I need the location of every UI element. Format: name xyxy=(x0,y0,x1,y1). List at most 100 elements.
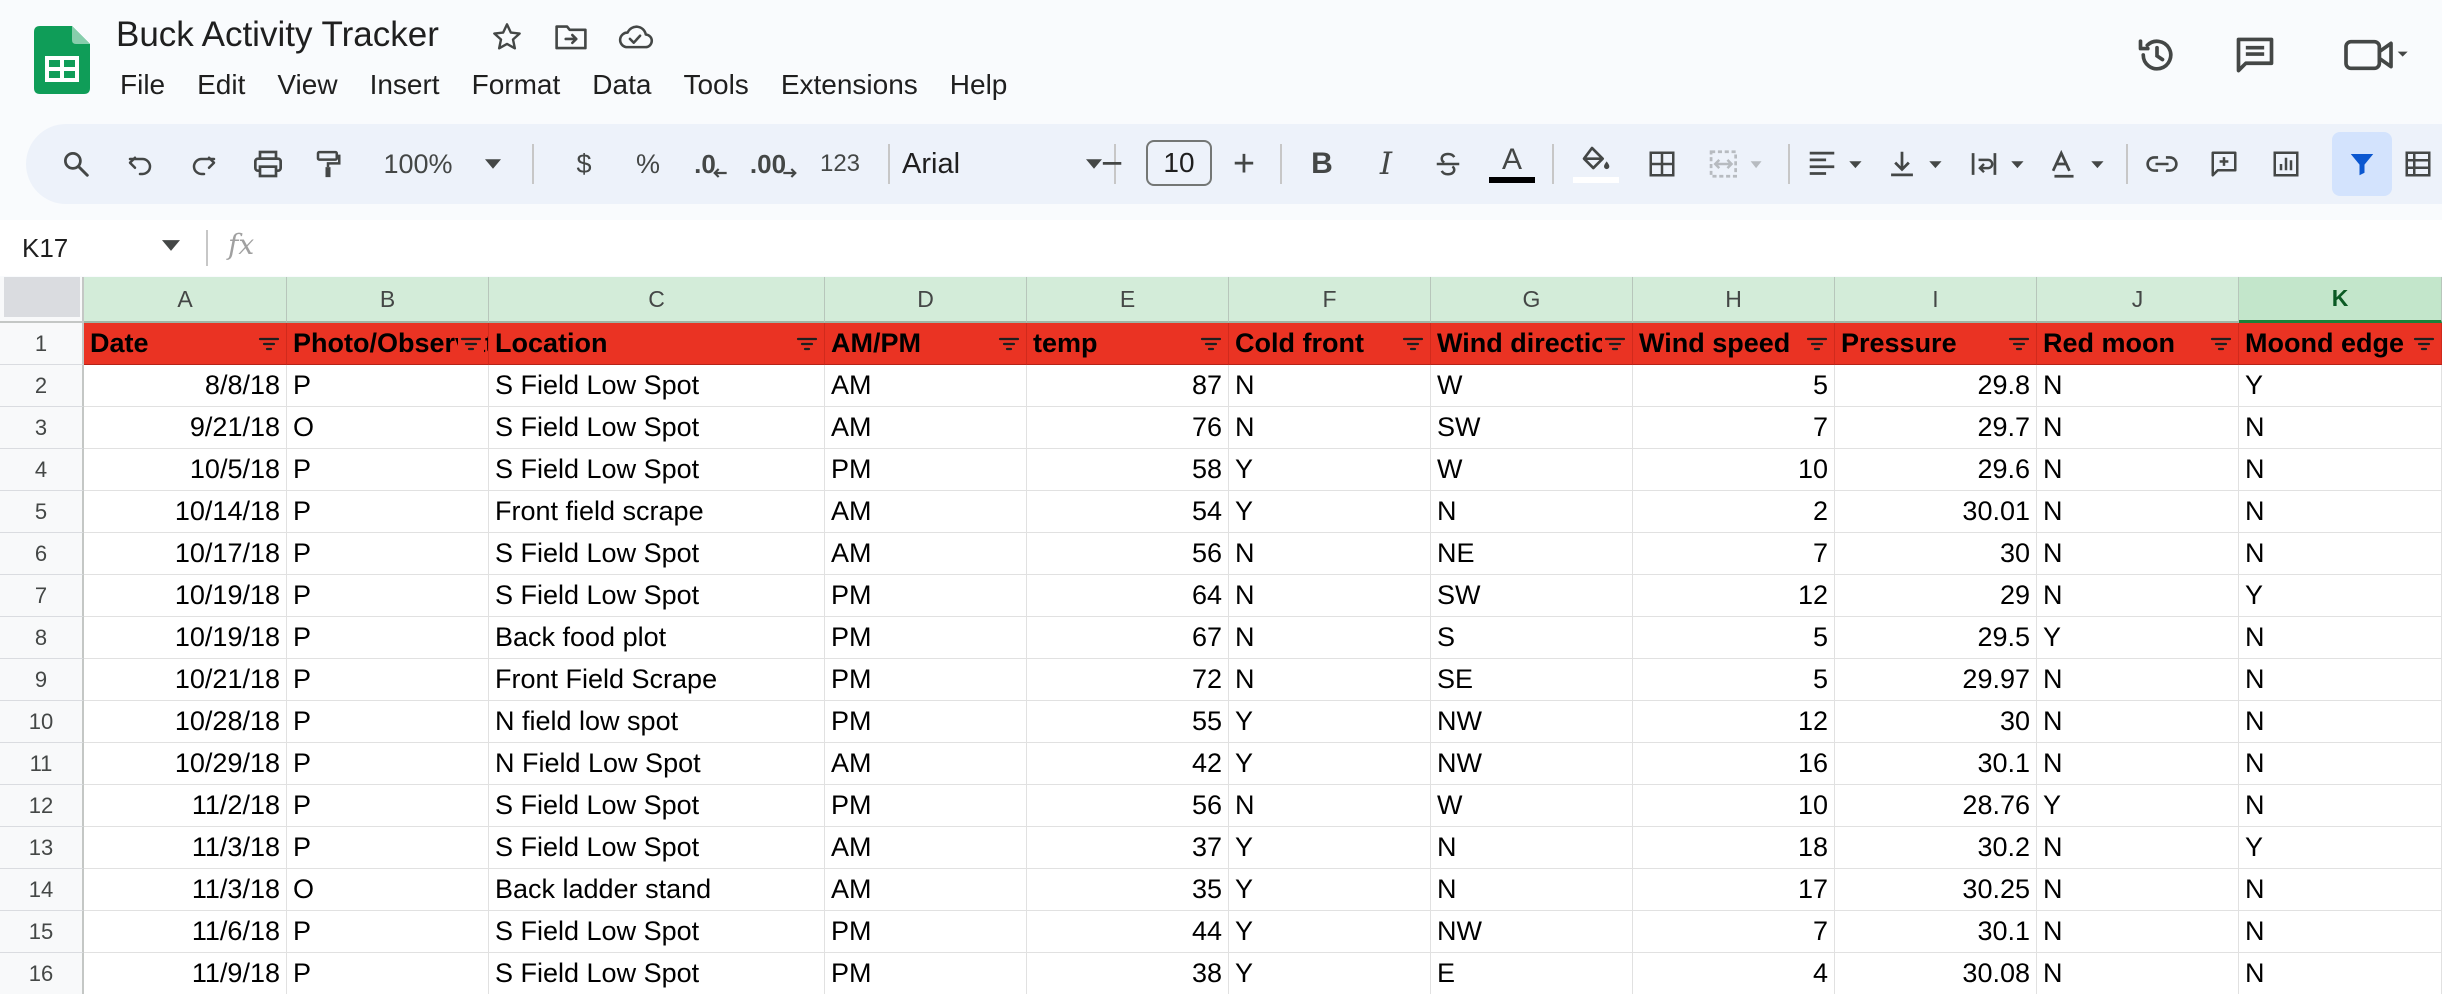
fill-color-icon[interactable] xyxy=(1570,124,1622,204)
name-box-chevron-icon[interactable] xyxy=(162,240,180,251)
table-cell[interactable]: W xyxy=(1431,365,1633,407)
table-cell[interactable]: Y xyxy=(1229,827,1431,869)
table-cell[interactable]: NE xyxy=(1431,533,1633,575)
column-filter-icon[interactable] xyxy=(1804,332,1830,356)
strikethrough-icon[interactable] xyxy=(1426,124,1470,204)
header-cell[interactable]: temp xyxy=(1027,323,1229,365)
select-all-corner[interactable] xyxy=(0,277,84,323)
column-header-f[interactable]: F xyxy=(1229,277,1431,323)
column-header-j[interactable]: J xyxy=(2037,277,2239,323)
table-cell[interactable]: Front Field Scrape xyxy=(489,659,825,701)
table-cell[interactable]: 30.1 xyxy=(1835,911,2037,953)
row-header[interactable]: 13 xyxy=(0,827,84,869)
table-cell[interactable]: AM xyxy=(825,827,1027,869)
header-cell[interactable]: Location xyxy=(489,323,825,365)
row-header[interactable]: 2 xyxy=(0,365,84,407)
row-header[interactable]: 4 xyxy=(0,449,84,491)
table-cell[interactable]: Y xyxy=(1229,953,1431,994)
table-cell[interactable]: W xyxy=(1431,785,1633,827)
table-cell[interactable]: PM xyxy=(825,575,1027,617)
table-cell[interactable]: N xyxy=(1229,785,1431,827)
table-cell[interactable]: 29.8 xyxy=(1835,365,2037,407)
table-cell[interactable]: 55 xyxy=(1027,701,1229,743)
table-cell[interactable]: S Field Low Spot xyxy=(489,827,825,869)
table-cell[interactable]: 11/2/18 xyxy=(84,785,287,827)
table-cell[interactable]: 11/9/18 xyxy=(84,953,287,994)
table-cell[interactable]: Y xyxy=(1229,449,1431,491)
filter-views-icon[interactable] xyxy=(2396,124,2440,204)
table-cell[interactable]: 10 xyxy=(1633,449,1835,491)
column-filter-icon[interactable] xyxy=(1198,332,1224,356)
table-cell[interactable]: 28.76 xyxy=(1835,785,2037,827)
horizontal-align-icon[interactable] xyxy=(1802,124,1872,204)
row-header[interactable]: 1 xyxy=(0,323,84,365)
column-header-d[interactable]: D xyxy=(825,277,1027,323)
row-header[interactable]: 15 xyxy=(0,911,84,953)
table-cell[interactable]: S Field Low Spot xyxy=(489,533,825,575)
table-cell[interactable]: 7 xyxy=(1633,911,1835,953)
header-cell[interactable]: Wind direction xyxy=(1431,323,1633,365)
table-cell[interactable]: 29.6 xyxy=(1835,449,2037,491)
header-cell[interactable]: Date xyxy=(84,323,287,365)
increase-font-size-button[interactable]: + xyxy=(1222,124,1266,204)
table-cell[interactable]: 9/21/18 xyxy=(84,407,287,449)
table-cell[interactable]: 17 xyxy=(1633,869,1835,911)
table-cell[interactable]: P xyxy=(287,701,489,743)
row-header[interactable]: 16 xyxy=(0,953,84,994)
table-cell[interactable]: Y xyxy=(2239,365,2442,407)
row-header[interactable]: 10 xyxy=(0,701,84,743)
table-cell[interactable]: N xyxy=(1229,575,1431,617)
table-cell[interactable]: SE xyxy=(1431,659,1633,701)
column-header-b[interactable]: B xyxy=(287,277,489,323)
table-cell[interactable]: N xyxy=(2239,785,2442,827)
table-cell[interactable]: Y xyxy=(1229,701,1431,743)
table-cell[interactable]: 5 xyxy=(1633,365,1835,407)
table-cell[interactable]: 10/21/18 xyxy=(84,659,287,701)
table-cell[interactable]: 67 xyxy=(1027,617,1229,659)
column-filter-icon[interactable] xyxy=(1400,332,1426,356)
table-cell[interactable]: S xyxy=(1431,617,1633,659)
table-cell[interactable]: 5 xyxy=(1633,659,1835,701)
table-cell[interactable]: N xyxy=(2037,953,2239,994)
table-cell[interactable]: 5 xyxy=(1633,617,1835,659)
merge-cells-icon[interactable] xyxy=(1702,124,1772,204)
table-cell[interactable]: 7 xyxy=(1633,407,1835,449)
star-icon[interactable] xyxy=(488,18,526,56)
table-cell[interactable]: O xyxy=(287,407,489,449)
menu-edit[interactable]: Edit xyxy=(181,64,261,106)
table-cell[interactable]: Y xyxy=(1229,911,1431,953)
table-cell[interactable]: S Field Low Spot xyxy=(489,911,825,953)
table-cell[interactable]: P xyxy=(287,743,489,785)
percent-format-button[interactable]: % xyxy=(628,124,668,204)
row-header[interactable]: 7 xyxy=(0,575,84,617)
table-cell[interactable]: 30.01 xyxy=(1835,491,2037,533)
table-cell[interactable]: PM xyxy=(825,911,1027,953)
table-cell[interactable]: Y xyxy=(1229,491,1431,533)
menu-insert[interactable]: Insert xyxy=(354,64,456,106)
currency-format-button[interactable]: $ xyxy=(566,124,602,204)
table-cell[interactable]: AM xyxy=(825,365,1027,407)
table-cell[interactable]: SW xyxy=(1431,575,1633,617)
paint-format-icon[interactable] xyxy=(306,124,350,204)
table-cell[interactable]: N field low spot xyxy=(489,701,825,743)
table-cell[interactable]: 11/3/18 xyxy=(84,827,287,869)
table-cell[interactable]: Back food plot xyxy=(489,617,825,659)
table-cell[interactable]: N xyxy=(2239,659,2442,701)
table-cell[interactable]: 29.7 xyxy=(1835,407,2037,449)
table-cell[interactable]: P xyxy=(287,575,489,617)
menu-data[interactable]: Data xyxy=(576,64,667,106)
table-cell[interactable]: 4 xyxy=(1633,953,1835,994)
zoom-select[interactable]: 100% xyxy=(378,124,458,204)
table-cell[interactable]: 10/19/18 xyxy=(84,575,287,617)
redo-icon[interactable] xyxy=(182,124,226,204)
table-cell[interactable]: 29 xyxy=(1835,575,2037,617)
table-cell[interactable]: N xyxy=(2239,407,2442,449)
column-header-i[interactable]: I xyxy=(1835,277,2037,323)
table-cell[interactable]: 10/29/18 xyxy=(84,743,287,785)
table-cell[interactable]: 30.25 xyxy=(1835,869,2037,911)
table-cell[interactable]: PM xyxy=(825,953,1027,994)
table-cell[interactable]: P xyxy=(287,491,489,533)
table-cell[interactable]: P xyxy=(287,785,489,827)
table-cell[interactable]: N xyxy=(1229,407,1431,449)
table-cell[interactable]: N xyxy=(2037,743,2239,785)
